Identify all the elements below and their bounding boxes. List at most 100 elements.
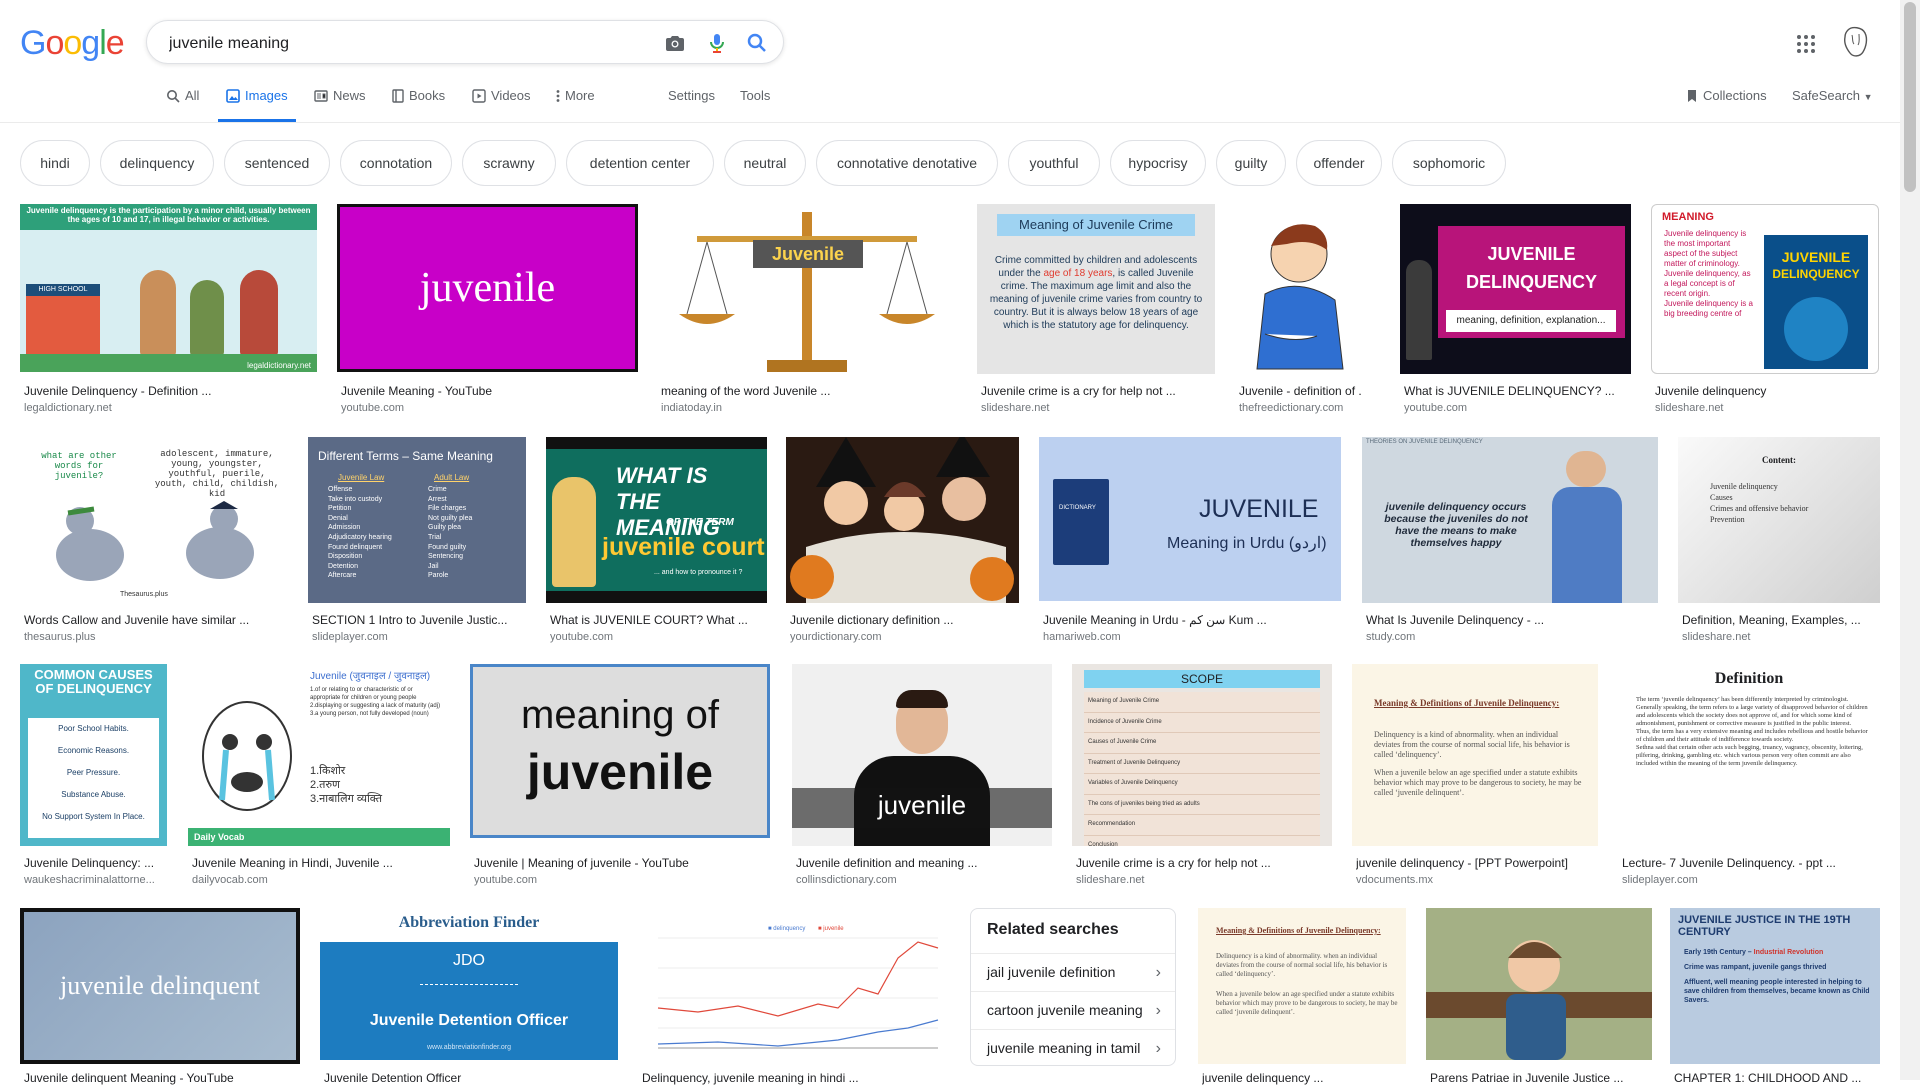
result-title[interactable]: Juvenile - definition of ... (1239, 384, 1361, 398)
result-source[interactable]: slideshare.net (1076, 874, 1330, 886)
chip[interactable]: offender (1296, 140, 1382, 186)
result-title[interactable]: Juvenile definition and meaning ... (796, 856, 1050, 870)
result-title[interactable]: juvenile delinquency ... (1202, 1071, 1404, 1085)
result-source[interactable]: legaldictionary.net (24, 402, 314, 414)
scrollbar-thumb[interactable] (1904, 2, 1916, 192)
search-input[interactable] (167, 31, 641, 57)
microphone-icon[interactable] (705, 31, 729, 55)
result-title[interactable]: What is JUVENILE COURT? What ... (550, 613, 766, 627)
result-source[interactable]: thesaurus.plus (24, 631, 288, 643)
result-source[interactable]: slideshare.net (981, 402, 1213, 414)
result-title[interactable]: Juvenile Meaning in Urdu - سن کم Kum ... (1043, 613, 1339, 627)
result-source[interactable]: slideshare.net (1655, 402, 1877, 414)
image-result[interactable]: JUVENILE DELINQUENCY meaning, definition… (1400, 204, 1631, 418)
image-result[interactable]: Juvenile meaning of the word Juvenile ..… (657, 204, 958, 418)
chip[interactable]: connotative denotative (816, 140, 998, 186)
image-result[interactable]: Juvenile dictionary definition ... yourd… (786, 437, 1019, 647)
result-source[interactable]: indiatoday.in (661, 402, 955, 414)
result-title[interactable]: Juvenile delinquent Meaning - YouTube (24, 1071, 298, 1085)
result-source[interactable]: waukeshacriminalattorne... (24, 874, 168, 886)
image-result[interactable]: meaning of juvenile Juvenile | Meaning o… (470, 664, 772, 890)
image-result[interactable]: JUVENILE JUSTICE IN THE 19TH CENTURY Ear… (1670, 908, 1880, 1085)
chip[interactable]: hindi (20, 140, 90, 186)
collections-link[interactable]: Collections (1686, 88, 1767, 122)
image-result[interactable]: DICTIONARY JUVENILE Meaning in Urdu (ارد… (1039, 437, 1341, 647)
result-title[interactable]: Juvenile dictionary definition ... (790, 613, 1018, 627)
chip[interactable]: detention center (566, 140, 714, 186)
result-source[interactable]: study.com (1366, 631, 1656, 643)
result-source[interactable]: hamariweb.com (1043, 631, 1339, 643)
chip[interactable]: connotation (340, 140, 452, 186)
chip[interactable]: neutral (724, 140, 806, 186)
image-result[interactable]: Juvenile delinquency is the participatio… (20, 204, 317, 418)
image-result[interactable]: MEANING Juvenile delinquency is the most… (1651, 204, 1879, 418)
result-title[interactable]: CHAPTER 1: CHILDHOOD AND ... (1674, 1071, 1878, 1085)
result-source[interactable]: yourdictionary.com (790, 631, 1018, 643)
image-result[interactable]: juvenile delinquent Juvenile delinquent … (20, 908, 300, 1085)
result-title[interactable]: Juvenile crime is a cry for help not ... (981, 384, 1213, 398)
tab-images[interactable]: Images (218, 88, 296, 122)
image-result[interactable]: THEORIES ON JUVENILE DELINQUENCY juvenil… (1362, 437, 1658, 647)
image-result[interactable]: Meaning & Definitions of Juvenile Delinq… (1352, 664, 1598, 890)
related-search-item[interactable]: juvenile meaning in tamil › (971, 1029, 1175, 1066)
image-result[interactable]: what are other words for juvenile? adole… (20, 437, 288, 647)
tab-videos[interactable]: Videos (472, 88, 531, 122)
result-title[interactable]: Juvenile delinquency (1655, 384, 1877, 398)
result-title[interactable]: Definition, Meaning, Examples, ... (1682, 613, 1880, 627)
image-result[interactable]: WHAT IS THE MEANING OF THE TERM juvenile… (546, 437, 767, 647)
chip[interactable]: youthful (1008, 140, 1100, 186)
result-title[interactable]: Juvenile Delinquency: ... (24, 856, 168, 870)
image-result[interactable]: Juvenile (जुवनाइल / जुवनाइल) 1.of or rel… (188, 664, 450, 890)
result-title[interactable]: SECTION 1 Intro to Juvenile Justic... (312, 613, 526, 627)
result-title[interactable]: Parens Patriae in Juvenile Justice ... (1430, 1071, 1650, 1085)
result-title[interactable]: Juvenile Delinquency - Definition ... (24, 384, 314, 398)
image-result[interactable]: Parens Patriae in Juvenile Justice ... (1426, 908, 1652, 1085)
safesearch-dropdown[interactable]: SafeSearch ▼ (1792, 88, 1872, 122)
search-icon[interactable] (745, 31, 769, 55)
google-logo[interactable]: Google (20, 24, 125, 63)
result-source[interactable]: slideshare.net (1682, 631, 1880, 643)
chip[interactable]: guilty (1216, 140, 1286, 186)
camera-icon[interactable] (663, 31, 687, 55)
tab-all[interactable]: All (166, 88, 199, 122)
chip[interactable]: hypocrisy (1110, 140, 1206, 186)
image-result[interactable]: ■ delinquency ■ juvenile Delinquency, ju… (638, 908, 950, 1085)
result-title[interactable]: Words Callow and Juvenile have similar .… (24, 613, 288, 627)
avatar[interactable] (1840, 26, 1870, 58)
result-source[interactable]: slideplayer.com (1622, 874, 1878, 886)
image-result[interactable]: Juvenile - definition of ... thefreedict… (1235, 204, 1363, 418)
result-source[interactable]: youtube.com (341, 402, 635, 414)
result-title[interactable]: meaning of the word Juvenile ... (661, 384, 955, 398)
result-source[interactable]: collinsdictionary.com (796, 874, 1050, 886)
result-title[interactable]: Lecture- 7 Juvenile Delinquency. - ppt .… (1622, 856, 1878, 870)
result-source[interactable]: thefreedictionary.com (1239, 402, 1361, 414)
chip[interactable]: sentenced (224, 140, 330, 186)
tab-more[interactable]: More (556, 88, 595, 122)
tools-link[interactable]: Tools (740, 88, 770, 122)
image-result[interactable]: Different Terms – Same Meaning Juvenile … (308, 437, 526, 647)
chip[interactable]: scrawny (462, 140, 556, 186)
result-title[interactable]: Juvenile Meaning - YouTube (341, 384, 635, 398)
result-title[interactable]: What is JUVENILE DELINQUENCY? ... (1404, 384, 1630, 398)
image-result[interactable]: Meaning of Juvenile Crime Crime committe… (977, 204, 1215, 418)
chip[interactable]: delinquency (100, 140, 214, 186)
tab-news[interactable]: News (314, 88, 366, 122)
result-title[interactable]: What Is Juvenile Delinquency - ... (1366, 613, 1656, 627)
tab-books[interactable]: Books (392, 88, 445, 122)
image-result[interactable]: Definition The term ‘juvenile delinquenc… (1618, 664, 1880, 890)
image-result[interactable]: COMMON CAUSES OF DELINQUENCY Poor School… (20, 664, 168, 890)
result-source[interactable]: youtube.com (1404, 402, 1630, 414)
image-result[interactable]: juvenile Juvenile Meaning - YouTube yout… (337, 204, 638, 418)
result-title[interactable]: Juvenile Detention Officer (324, 1071, 616, 1085)
related-search-item[interactable]: jail juvenile definition › (971, 953, 1175, 990)
result-source[interactable]: slideplayer.com (312, 631, 526, 643)
image-result[interactable]: Content: Juvenile delinquency Causes Crime… (1678, 437, 1880, 647)
result-title[interactable]: Delinquency, juvenile meaning in hindi .… (642, 1071, 948, 1085)
result-source[interactable]: youtube.com (550, 631, 766, 643)
apps-grid-icon[interactable] (1796, 34, 1816, 54)
result-source[interactable]: vdocuments.mx (1356, 874, 1596, 886)
related-search-item[interactable]: cartoon juvenile meaning › (971, 991, 1175, 1028)
image-result[interactable]: juvenile Juvenile definition and meaning… (792, 664, 1052, 890)
image-result[interactable]: Meaning & Definitions of Juvenile Delinq… (1198, 908, 1406, 1085)
result-title[interactable]: juvenile delinquency - [PPT Powerpoint] (1356, 856, 1596, 870)
